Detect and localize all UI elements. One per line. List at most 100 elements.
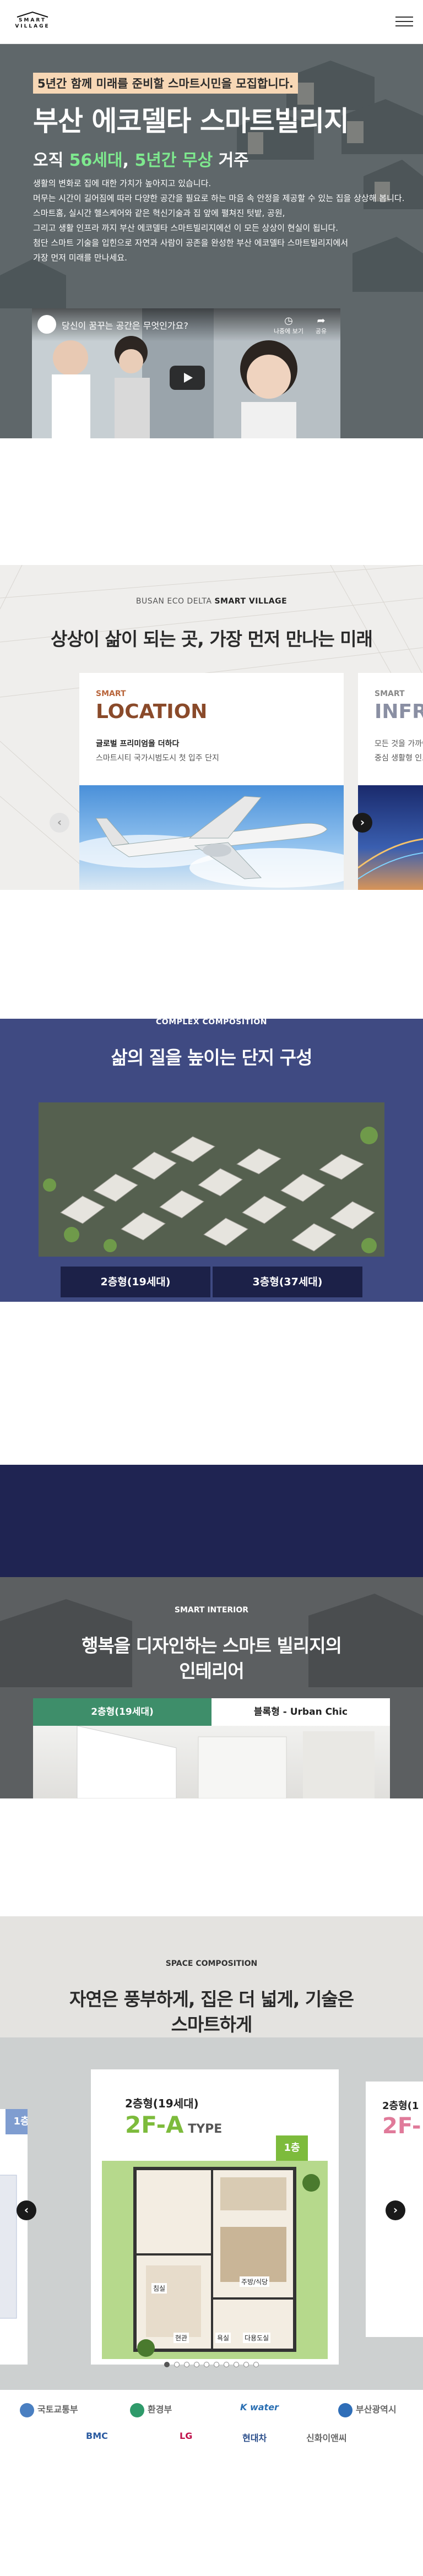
desc-line: 첨단 스마트 기술을 입힌으로 자연과 사람이 공존을 완성한 부산 에코델타 … [33, 238, 349, 248]
pagination-dot[interactable] [204, 2362, 209, 2367]
recruit-badge: 5년간 함께 미래를 준비할 스마트시민을 모집합니다. [33, 73, 298, 94]
floor-badge: 1층 [276, 2135, 308, 2161]
room-label: 현관 [173, 2333, 189, 2343]
room-label: 욕실 [215, 2333, 231, 2343]
prev-plan-card[interactable]: 1층 [0, 2109, 28, 2365]
interior-section: SMART INTERIOR 행복을 디자인하는 스마트 빌리지의 인테리어 2층… [0, 1577, 423, 1798]
next-plan-type: 2F- [382, 2113, 421, 2139]
slide-pagination [0, 2359, 423, 2370]
floor-plan-drawing [102, 2161, 328, 2359]
space-eyebrow: SPACE COMPOSITION [165, 1959, 258, 1968]
desc-line: 그리고 생활 인프라 까지 부산 에코델타 스마트빌리지에선 이 모든 상상이 … [33, 223, 339, 233]
card-infra[interactable]: SMART INFRA 모든 것을 가까이 중심 생활형 인프라 [358, 673, 423, 890]
plan-type: 2F-A TYPE [125, 2111, 223, 2138]
roof-icon [17, 11, 48, 18]
partner-kwater: K water [240, 2402, 279, 2412]
prev-arrow-icon[interactable]: ‹ [17, 2200, 36, 2220]
hero-subtitle: 오직 56세대, 5년간 무상 거주 [33, 151, 249, 170]
next-arrow-icon[interactable]: › [352, 813, 372, 833]
airplane-image [79, 785, 344, 890]
partner-shinhwa: 신화이앤씨 [306, 2433, 347, 2443]
watch-later-label: 나중에 보기 [273, 328, 304, 335]
interior-room-image [33, 1726, 390, 1798]
space-title: 자연은 풍부하게, 집은 더 넓게, 기술은 스마트하게 [69, 1988, 354, 2035]
share-icon: ➦ [317, 315, 326, 327]
card-kicker: SMART [375, 689, 405, 698]
hero-title: 부산 에코델타 스마트빌리지 [33, 105, 349, 137]
desc-line: 머무는 시간이 길어짐에 따라 다양한 공간을 필요로 하는 마음 속 안정을 … [33, 193, 405, 203]
highlight-free: 5년간 무상 [134, 151, 213, 170]
pagination-dot[interactable] [194, 2362, 199, 2367]
floor-plan-card[interactable]: 2층형(19세대) 2F-A TYPE 1층 침실 주방/식당 현관 욕실 다용… [91, 2069, 339, 2365]
card-text: 모든 것을 가까이 [375, 740, 423, 748]
next-arrow-icon[interactable]: › [386, 2200, 405, 2220]
clock-icon: ◷ [284, 315, 293, 327]
me-logo-icon [130, 2403, 144, 2417]
room-label: 침실 [151, 2283, 167, 2294]
vision-section: BUSAN ECO DELTA SMART VILLAGE 상상이 삶이 되는 … [0, 565, 423, 890]
room-label: 다용도실 [243, 2333, 271, 2343]
city-night-image [358, 785, 423, 890]
partner-hyundai: 현대차 [242, 2433, 267, 2443]
promo-video[interactable]: 당신이 꿈꾸는 공간은 무엇인가요? ◷ 나중에 보기 ➦ 공유 [32, 308, 340, 438]
site-header: SMART VILLAGE [0, 0, 423, 44]
space-section: SPACE COMPOSITION 자연은 풍부하게, 집은 더 넓게, 기술은… [0, 1916, 423, 2390]
pagination-dot[interactable] [184, 2362, 189, 2367]
partner-bmc: BMC [86, 2431, 108, 2441]
button-3floor-type[interactable]: 3층형(37세대) [213, 1267, 362, 1297]
video-title[interactable]: 당신이 꿈꾸는 공간은 무엇인가요? [62, 318, 188, 331]
busan-logo-icon [338, 2403, 352, 2417]
pagination-dot[interactable] [174, 2362, 180, 2367]
complex-eyebrow: COMPLEX COMPOSITION [156, 1019, 267, 1026]
logo-line2: VILLAGE [15, 24, 50, 29]
card-location[interactable]: SMART LOCATION 글로벌 프리미엄을 더하다 스마트시티 국가시범도… [79, 673, 344, 890]
aerial-complex-image [39, 1102, 384, 1257]
pagination-dot[interactable] [214, 2362, 219, 2367]
button-2floor-type[interactable]: 2층형(19세대) [61, 1267, 210, 1297]
pagination-dot[interactable] [234, 2362, 239, 2367]
vision-eyebrow: BUSAN ECO DELTA SMART VILLAGE [135, 597, 288, 606]
navy-divider-band [0, 1465, 423, 1577]
partner-molit: 국토교통부 [20, 2402, 78, 2417]
play-icon[interactable] [170, 366, 205, 390]
hero-section: 5년간 함께 미래를 준비할 스마트시민을 모집합니다. 부산 에코델타 스마트… [0, 44, 423, 438]
card-text: 스마트시티 국가시범도시 첫 입주 단지 [96, 754, 219, 763]
card-kicker: SMART [96, 689, 126, 698]
desc-line: 가장 먼저 미래를 만나세요. [33, 253, 127, 263]
site-logo[interactable]: SMART VILLAGE [8, 11, 57, 34]
card-text: 중심 생활형 인프라 [375, 754, 423, 763]
molit-logo-icon [20, 2403, 34, 2417]
plan-kicker: 2층형(19세대) [125, 2097, 199, 2110]
complex-title: 삶의 질을 높이는 단지 구성 [111, 1047, 313, 1068]
hamburger-icon[interactable] [395, 13, 413, 31]
partner-logos: 국토교통부 환경부 K water 부산광역시 BMC LG 현대차 신화이앤씨 [0, 2390, 423, 2455]
floor-badge: 1층 [6, 2109, 28, 2134]
watch-later-button[interactable]: ◷ 나중에 보기 [272, 315, 305, 335]
interior-title: 행복을 디자인하는 스마트 빌리지의 인테리어 [82, 1635, 342, 1682]
pagination-dot[interactable] [253, 2362, 259, 2367]
tab-2floor[interactable]: 2층형(19세대) [33, 1698, 212, 1726]
partner-me: 환경부 [130, 2402, 172, 2417]
tab-urban-chic[interactable]: 블록형 - Urban Chic [212, 1698, 390, 1726]
card-heading: INFRA [375, 700, 423, 723]
logo-line1: SMART [18, 18, 47, 23]
card-heading: LOCATION [96, 700, 208, 723]
desc-line: 스마트홈, 실시간 헬스케어와 같은 혁신기술과 집 앞에 펼쳐진 텃밭, 공원… [33, 208, 285, 218]
pagination-dot[interactable] [164, 2362, 170, 2367]
desc-line: 생활의 변화로 집에 대한 가치가 높아지고 있습니다. [33, 178, 212, 188]
pagination-dot[interactable] [243, 2362, 249, 2367]
prev-arrow-icon[interactable]: ‹ [50, 813, 69, 833]
channel-avatar[interactable] [37, 315, 56, 334]
share-label: 공유 [315, 328, 327, 335]
room-label: 주방/식당 [240, 2276, 270, 2287]
share-button[interactable]: ➦ 공유 [307, 315, 335, 335]
pagination-dot[interactable] [224, 2362, 229, 2367]
hero-description: 생활의 변화로 집에 대한 가치가 높아지고 있습니다. 머무는 시간이 길어짐… [33, 176, 413, 265]
partner-busan: 부산광역시 [338, 2402, 397, 2417]
card-text: 글로벌 프리미엄을 더하다 [96, 740, 180, 748]
highlight-units: 56세대 [69, 151, 123, 170]
next-plan-kicker: 2층형(1 [382, 2100, 419, 2112]
vision-title: 상상이 삶이 되는 곳, 가장 먼저 만나는 미래 [50, 628, 373, 650]
interior-eyebrow: SMART INTERIOR [174, 1606, 249, 1615]
partner-lg: LG [180, 2431, 193, 2441]
